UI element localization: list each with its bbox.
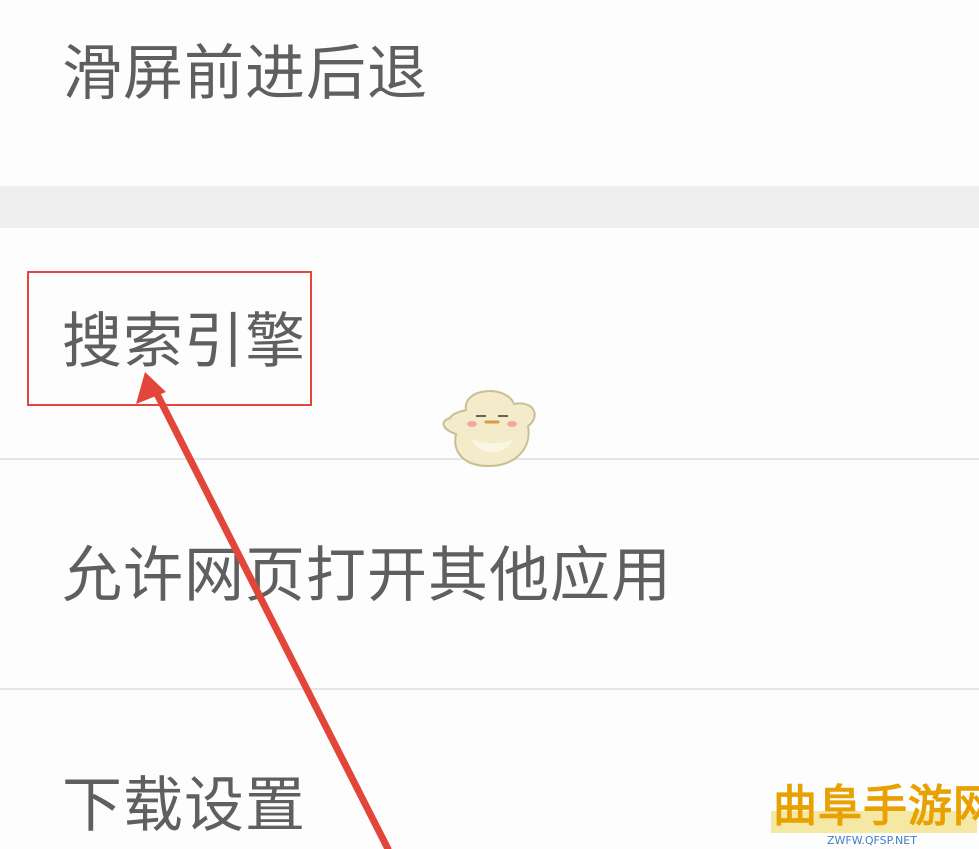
highlight-box xyxy=(27,271,312,406)
settings-screen: 滑屏前进后退 搜索引擎 允许网页打开其他应用 下载设置 曲阜手游网 ZWFW.Q… xyxy=(0,0,979,849)
watermark-title: 曲阜手游网 xyxy=(773,781,979,832)
setting-item-swipe-navigation[interactable]: 滑屏前进后退 xyxy=(0,0,979,186)
setting-item-allow-open-apps[interactable]: 允许网页打开其他应用 xyxy=(0,460,979,688)
setting-label: 滑屏前进后退 xyxy=(62,39,428,109)
mascot-chick-icon xyxy=(442,390,536,468)
watermark-url: ZWFW.QFSP.NET xyxy=(827,834,917,847)
setting-label: 允许网页打开其他应用 xyxy=(62,541,672,611)
setting-label: 下载设置 xyxy=(62,771,306,841)
section-divider xyxy=(0,186,979,228)
watermark-logo: 曲阜手游网 ZWFW.QFSP.NET xyxy=(771,781,979,849)
